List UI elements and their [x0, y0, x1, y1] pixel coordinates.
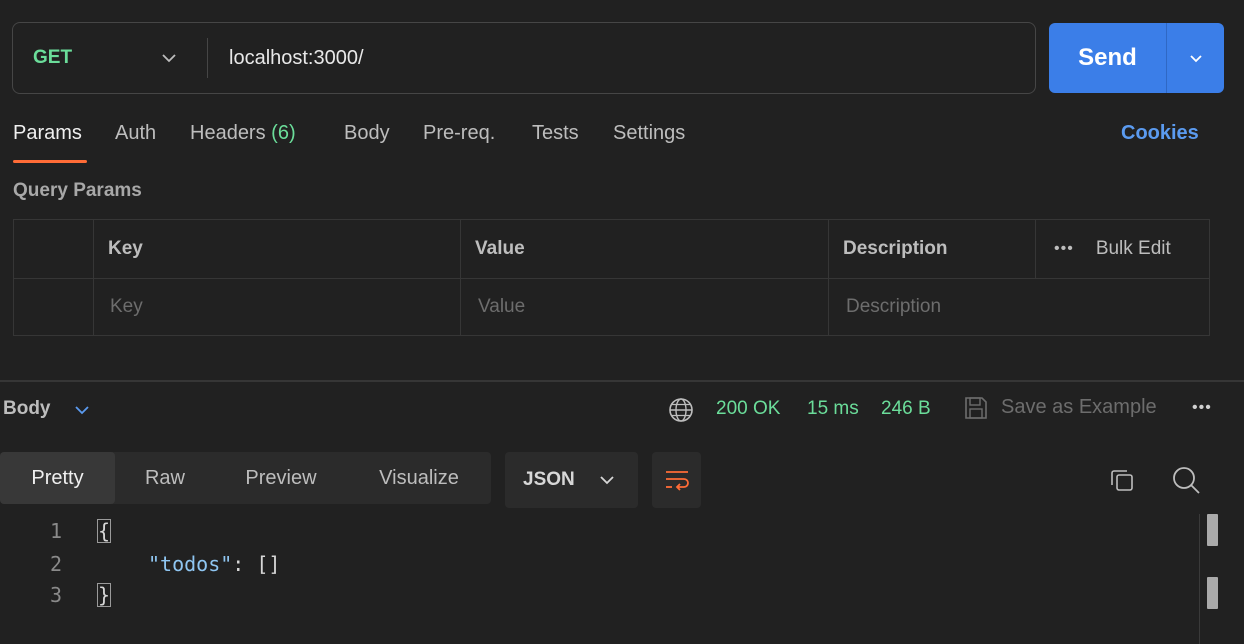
response-time[interactable]: 15 ms [807, 398, 859, 420]
code-line: { [96, 519, 112, 543]
chevron-down-icon[interactable] [72, 400, 92, 420]
tab-headers[interactable]: Headers (6) [190, 122, 296, 145]
open-brace: { [96, 519, 112, 543]
headers-count: (6) [271, 122, 296, 144]
response-view-tabs: Pretty Raw Preview Visualize [0, 452, 491, 504]
chevron-down-icon [162, 54, 176, 63]
value-input[interactable]: Value [461, 279, 829, 335]
save-as-example-button[interactable]: Save as Example [1001, 396, 1157, 419]
close-brace: } [96, 583, 112, 607]
view-tab-pretty[interactable]: Pretty [0, 452, 115, 504]
response-divider[interactable] [0, 380, 1244, 382]
send-button[interactable]: Send [1049, 23, 1166, 93]
format-select[interactable]: JSON [505, 452, 638, 508]
response-code-viewer[interactable]: 1 { 2 "todos": [] 3 } [0, 514, 1200, 644]
active-tab-indicator [13, 160, 87, 163]
header-checkbox-cell [14, 220, 94, 278]
wrap-lines-button[interactable] [652, 452, 701, 508]
method-select[interactable]: GET [13, 23, 207, 93]
json-value: : [] [232, 552, 281, 576]
chevron-down-icon [1189, 55, 1202, 63]
chevron-down-icon [600, 476, 614, 485]
globe-icon[interactable] [667, 396, 695, 424]
response-body-label[interactable]: Body [3, 398, 51, 420]
copy-icon[interactable] [1108, 466, 1136, 494]
column-header-key: Key [94, 220, 461, 278]
tab-body[interactable]: Body [344, 122, 390, 145]
code-line: "todos": [] [148, 552, 280, 576]
tab-prereq[interactable]: Pre-req. [423, 122, 495, 145]
view-tab-raw[interactable]: Raw [115, 452, 215, 504]
tab-tests[interactable]: Tests [532, 122, 579, 145]
tab-auth[interactable]: Auth [115, 122, 156, 145]
wrap-icon [665, 471, 689, 491]
scrollbar-track [1199, 514, 1200, 644]
params-table: Key Value Description ••• Bulk Edit Key … [13, 219, 1210, 336]
code-line: } [96, 583, 112, 607]
column-header-description: Description [829, 220, 1036, 278]
line-number: 3 [49, 583, 62, 607]
status-code[interactable]: 200 OK [716, 398, 780, 420]
row-checkbox-cell [14, 279, 94, 335]
send-button-group: Send [1049, 23, 1224, 93]
tab-headers-label: Headers [190, 122, 266, 144]
query-params-title: Query Params [13, 180, 142, 201]
method-label: GET [33, 47, 73, 68]
request-url-bar: GET [12, 22, 1036, 94]
more-icon[interactable]: ••• [1054, 240, 1074, 258]
bulk-edit-cell: ••• Bulk Edit [1036, 220, 1209, 278]
view-tab-preview[interactable]: Preview [215, 452, 347, 504]
line-number: 1 [49, 519, 62, 543]
cookies-link[interactable]: Cookies [1121, 122, 1199, 145]
format-label: JSON [523, 469, 575, 490]
line-number: 2 [49, 552, 62, 576]
column-header-value: Value [461, 220, 829, 278]
vertical-scrollbar[interactable] [1207, 577, 1218, 609]
search-icon[interactable] [1171, 465, 1201, 495]
response-size[interactable]: 246 B [881, 398, 931, 420]
bulk-edit-button[interactable]: Bulk Edit [1096, 238, 1171, 260]
description-input[interactable]: Description [829, 279, 1209, 335]
key-input[interactable]: Key [94, 279, 461, 335]
vertical-scrollbar[interactable] [1207, 514, 1218, 546]
tab-settings[interactable]: Settings [613, 122, 685, 145]
view-tab-visualize[interactable]: Visualize [347, 452, 491, 504]
more-icon[interactable]: ••• [1192, 399, 1212, 417]
json-key: "todos" [148, 552, 233, 576]
send-dropdown-button[interactable] [1167, 23, 1224, 93]
url-input[interactable] [229, 37, 1019, 79]
tab-params[interactable]: Params [13, 122, 82, 145]
save-icon [965, 397, 987, 419]
url-divider [207, 38, 208, 78]
